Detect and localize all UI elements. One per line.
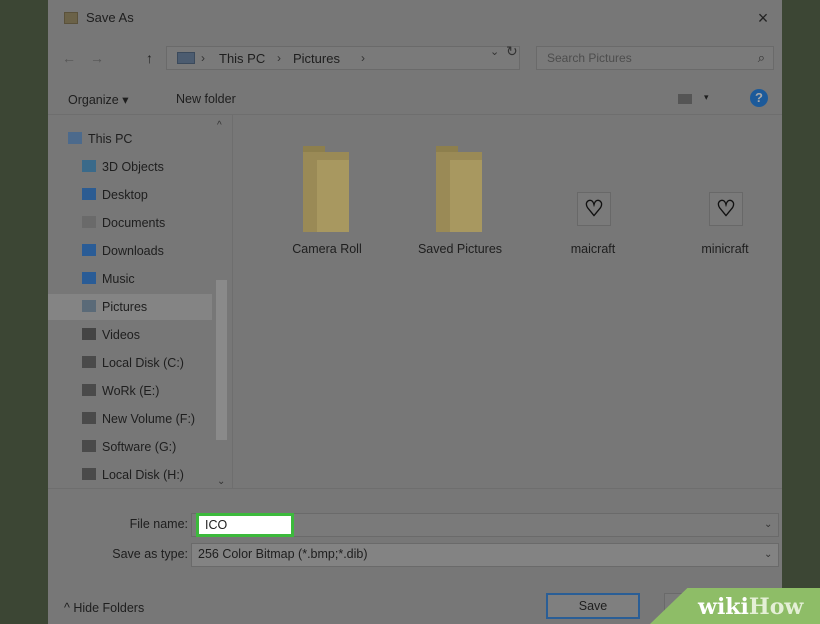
document-icon [82, 216, 96, 228]
computer-icon [68, 132, 82, 144]
wikihow-wiki-text: wiki [698, 594, 749, 620]
command-bar: Organize ▾ New folder ▾ ? [48, 84, 782, 115]
video-icon [82, 328, 96, 340]
sidebar-item-label: Pictures [102, 300, 148, 314]
background-right [782, 0, 820, 624]
sidebar-scrollbar[interactable]: ^ ⌄ [214, 114, 230, 488]
drive-icon [82, 440, 96, 452]
hide-folders-button[interactable]: ^ Hide Folders [64, 601, 144, 615]
close-button[interactable]: × [744, 4, 782, 32]
sidebar-item[interactable]: Software (G:) [48, 434, 212, 460]
sidebar-item-label: WoRk (E:) [102, 384, 160, 398]
sidebar-item[interactable]: Local Disk (H:) [48, 462, 212, 488]
title-bar: Save As × [48, 0, 782, 36]
address-bar-row: ← → ↑ › This PC › Pictures › ⌄ ↻ Search … [48, 42, 782, 76]
sidebar-item-label: Videos [102, 328, 140, 342]
folder-app-icon [64, 12, 78, 24]
folder-item[interactable]: Camera Roll [267, 132, 387, 262]
sidebar-item[interactable]: 3D Objects [48, 154, 212, 180]
address-bar[interactable]: › This PC › Pictures › [166, 46, 520, 70]
picture-icon [82, 300, 96, 312]
download-arrow-icon [82, 244, 96, 256]
save-button[interactable]: Save [546, 593, 640, 619]
sidebar-item[interactable]: Documents [48, 210, 212, 236]
file-name-input[interactable]: ICO [196, 513, 294, 537]
scroll-down-icon[interactable]: ⌄ [217, 476, 225, 487]
sidebar-item[interactable]: Local Disk (C:) [48, 350, 212, 376]
chevron-right-icon[interactable]: › [277, 51, 281, 65]
sidebar-item-label: New Volume (F:) [102, 412, 196, 426]
cube-icon [82, 160, 96, 172]
sidebar-item-label: Music [102, 272, 135, 286]
save-type-value[interactable]: 256 Color Bitmap (*.bmp;*.dib) [198, 547, 368, 561]
forward-arrow-icon[interactable]: → [90, 50, 104, 66]
save-as-dialog: Save As × ← → ↑ › This PC › Pictures › ⌄… [48, 0, 782, 624]
chevron-down-icon[interactable]: ⌄ [764, 549, 772, 560]
back-arrow-icon[interactable]: ← [62, 50, 76, 66]
navigation-pane: This PC 3D Objects Desktop Documents Downloa… [48, 114, 233, 488]
window-title: Save As [86, 10, 134, 25]
sidebar-item[interactable]: WoRk (E:) [48, 378, 212, 404]
sidebar-item[interactable]: New Volume (F:) [48, 406, 212, 432]
sidebar-item[interactable]: This PC [48, 126, 212, 152]
heart-icon: ♡ [709, 192, 743, 226]
wikihow-how-text: How [748, 594, 804, 620]
sidebar-item-label: Local Disk (H:) [102, 468, 184, 482]
file-label: maicraft [570, 242, 616, 256]
folder-icon-front [317, 160, 349, 232]
background-left [0, 0, 48, 624]
wikihow-logo: wikiHow [698, 594, 803, 620]
sidebar-item-label: 3D Objects [102, 160, 164, 174]
sidebar-item-label: Local Disk (C:) [102, 356, 184, 370]
sidebar-item[interactable]: Music [48, 266, 212, 292]
folder-icon-front [450, 160, 482, 232]
file-list: Camera Roll Saved Pictures ♡ maicraft ♡ … [233, 114, 782, 488]
music-note-icon [82, 272, 96, 284]
drive-icon [82, 356, 96, 368]
sidebar-item-label: This PC [88, 132, 133, 146]
breadcrumb-this-pc[interactable]: This PC [219, 51, 265, 66]
chevron-down-icon[interactable]: ⌄ [490, 45, 499, 58]
file-name-label: File name: [129, 517, 188, 531]
sidebar-item[interactable]: Videos [48, 322, 212, 348]
chevron-right-icon[interactable]: › [361, 51, 365, 65]
refresh-icon[interactable]: ↻ [506, 43, 518, 60]
chevron-down-icon[interactable]: ⌄ [764, 519, 772, 530]
save-type-label: Save as type: [112, 547, 188, 561]
organize-button[interactable]: Organize ▾ [68, 92, 128, 107]
computer-icon [177, 52, 195, 64]
help-icon[interactable]: ? [750, 89, 768, 107]
sidebar-item-label: Documents [102, 216, 166, 230]
file-label: minicraft [701, 242, 749, 256]
chevron-right-icon: › [201, 51, 205, 65]
drive-icon [82, 412, 96, 424]
up-arrow-icon[interactable]: ↑ [146, 50, 153, 66]
chevron-down-icon[interactable]: ▾ [704, 92, 709, 103]
folder-label: Camera Roll [292, 242, 362, 256]
search-box[interactable]: Search Pictures ⌕ [536, 46, 774, 70]
sidebar-item[interactable]: Downloads [48, 238, 212, 264]
drive-icon [82, 468, 96, 480]
breadcrumb-pictures[interactable]: Pictures [293, 51, 340, 66]
scroll-up-icon[interactable]: ^ [217, 120, 222, 131]
scroll-thumb[interactable] [216, 280, 227, 440]
sidebar-item[interactable]: Pictures [48, 294, 212, 320]
drive-icon [82, 384, 96, 396]
sidebar-item-label: Desktop [102, 188, 148, 202]
file-item[interactable]: ♡ minicraft [665, 132, 782, 262]
desktop-icon [82, 188, 96, 200]
folder-label: Saved Pictures [417, 242, 503, 256]
sidebar-item-label: Downloads [102, 244, 164, 258]
heart-icon: ♡ [577, 192, 611, 226]
search-input[interactable]: Search Pictures [547, 51, 632, 65]
view-options-icon[interactable] [678, 94, 692, 104]
folder-item[interactable]: Saved Pictures [400, 132, 520, 262]
search-icon[interactable]: ⌕ [758, 50, 765, 66]
sidebar-item[interactable]: Desktop [48, 182, 212, 208]
new-folder-button[interactable]: New folder [176, 92, 236, 106]
file-item[interactable]: ♡ maicraft [533, 132, 653, 262]
sidebar-item-label: Software (G:) [102, 440, 177, 454]
